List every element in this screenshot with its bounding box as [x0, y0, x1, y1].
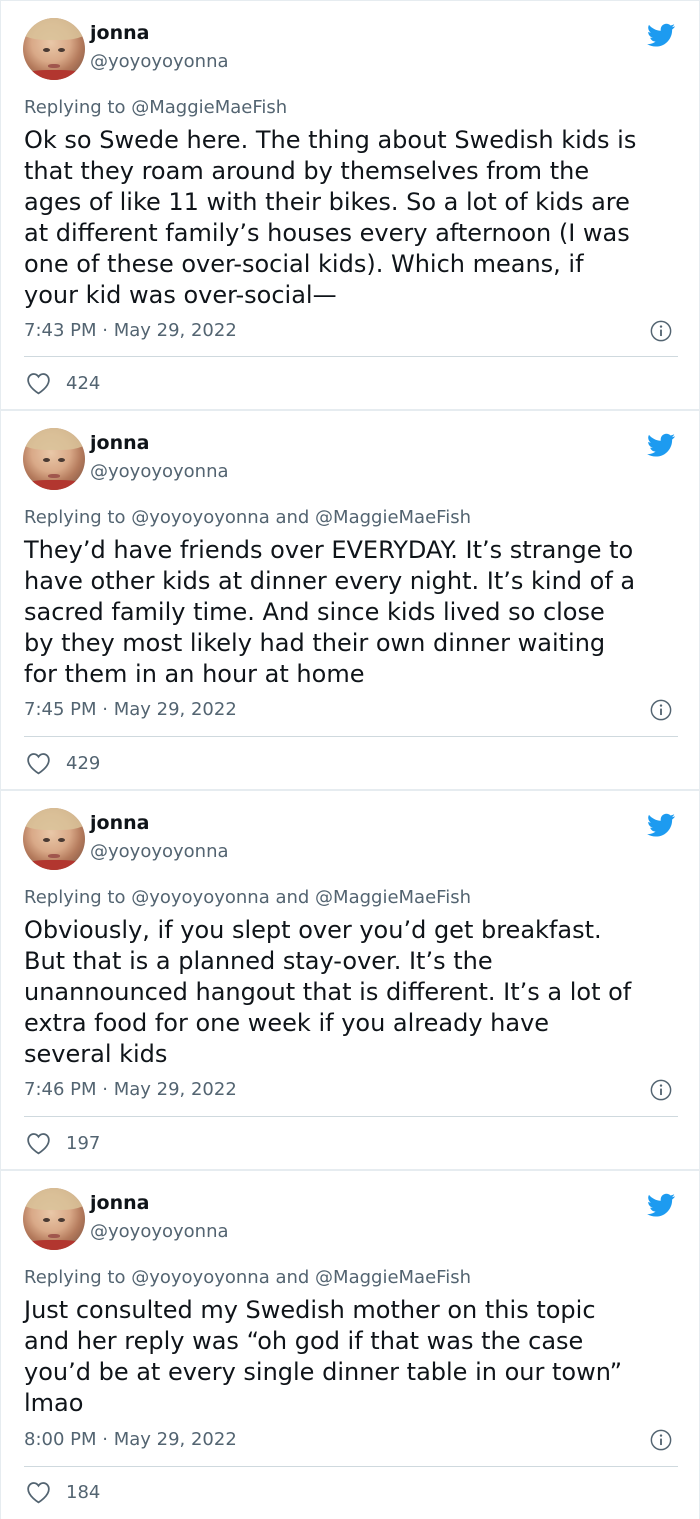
reply-mentions[interactable]: @yoyoyoyonna and @MaggieMaeFish [131, 887, 471, 908]
like-action[interactable]: 184 [25, 1480, 100, 1504]
user-handle[interactable]: @yoyoyoyonna [90, 51, 229, 72]
replying-prefix: Replying to [24, 97, 126, 118]
tweet-text: They’d have friends over EVERYDAY. It’s … [24, 536, 636, 688]
display-name[interactable]: jonna [90, 812, 149, 834]
like-count: 429 [66, 752, 101, 774]
tweet-card[interactable]: jonna @yoyoyoyonna Replying to @yoyoyoyo… [1, 1171, 699, 1519]
tweet-timestamp[interactable]: 7:43 PM · May 29, 2022 [24, 320, 237, 341]
replying-prefix: Replying to [24, 887, 126, 908]
like-count: 197 [66, 1132, 101, 1154]
twitter-bird-icon [647, 1193, 676, 1217]
tweet-timestamp[interactable]: 7:46 PM · May 29, 2022 [24, 1079, 237, 1100]
tweet-timestamp[interactable]: 7:45 PM · May 29, 2022 [24, 699, 237, 720]
tweet-text: Ok so Swede here. The thing about Swedis… [24, 126, 637, 309]
info-icon[interactable] [650, 320, 672, 342]
replying-to: Replying to @yoyoyoyonna and @MaggieMaeF… [24, 887, 471, 908]
tweet-card[interactable]: jonna @yoyoyoyonna Replying to @yoyoyoyo… [1, 411, 699, 789]
info-icon[interactable] [650, 699, 672, 721]
divider [24, 1116, 678, 1117]
like-action[interactable]: 429 [25, 751, 100, 775]
twitter-bird-icon [647, 23, 676, 47]
user-handle[interactable]: @yoyoyoyonna [90, 841, 229, 862]
like-action[interactable]: 424 [25, 371, 100, 395]
user-handle[interactable]: @yoyoyoyonna [90, 1221, 229, 1242]
like-count: 184 [66, 1481, 101, 1503]
divider [24, 1466, 678, 1467]
tweet-card[interactable]: jonna @yoyoyoyonna Replying to @MaggieMa… [1, 1, 699, 409]
replying-prefix: Replying to [24, 1267, 126, 1288]
twitter-bird-icon [647, 433, 676, 457]
display-name[interactable]: jonna [90, 22, 149, 44]
like-count: 424 [66, 372, 101, 394]
tweet-text: Just consulted my Swedish mother on this… [24, 1296, 623, 1417]
twitter-bird-icon [647, 813, 676, 837]
user-handle[interactable]: @yoyoyoyonna [90, 461, 229, 482]
reply-mentions[interactable]: @MaggieMaeFish [131, 97, 287, 118]
divider [24, 356, 678, 357]
info-icon[interactable] [650, 1079, 672, 1101]
info-icon[interactable] [650, 1429, 672, 1451]
tweet-card[interactable]: jonna @yoyoyoyonna Replying to @yoyoyoyo… [1, 791, 699, 1169]
replying-to: Replying to @yoyoyoyonna and @MaggieMaeF… [24, 507, 471, 528]
heart-icon[interactable] [25, 751, 52, 775]
replying-prefix: Replying to [24, 507, 126, 528]
tweet-timestamp[interactable]: 8:00 PM · May 29, 2022 [24, 1429, 237, 1450]
reply-mentions[interactable]: @yoyoyoyonna and @MaggieMaeFish [131, 507, 471, 528]
divider [24, 736, 678, 737]
heart-icon[interactable] [25, 371, 52, 395]
tweet-text: Obviously, if you slept over you’d get b… [24, 916, 632, 1068]
heart-icon[interactable] [25, 1131, 52, 1155]
reply-mentions[interactable]: @yoyoyoyonna and @MaggieMaeFish [131, 1267, 471, 1288]
replying-to: Replying to @MaggieMaeFish [24, 97, 287, 118]
display-name[interactable]: jonna [90, 1192, 149, 1214]
avatar[interactable] [23, 1188, 85, 1250]
like-action[interactable]: 197 [25, 1131, 100, 1155]
avatar[interactable] [23, 808, 85, 870]
avatar[interactable] [23, 428, 85, 490]
avatar[interactable] [23, 18, 85, 80]
heart-icon[interactable] [25, 1480, 52, 1504]
replying-to: Replying to @yoyoyoyonna and @MaggieMaeF… [24, 1267, 471, 1288]
display-name[interactable]: jonna [90, 432, 149, 454]
